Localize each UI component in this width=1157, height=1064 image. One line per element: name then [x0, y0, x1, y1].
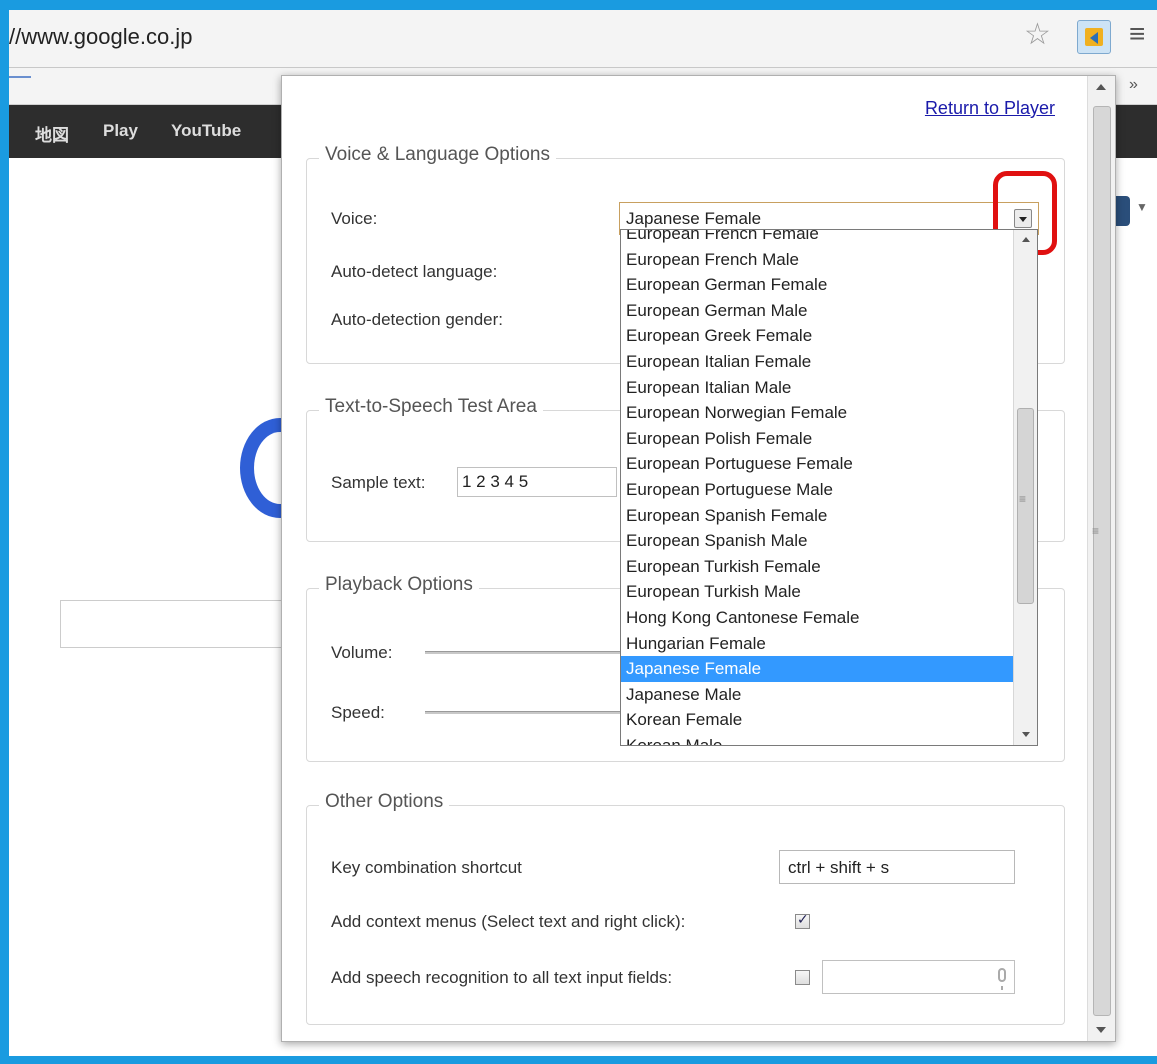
- scroll-grip-icon: ≡: [1092, 524, 1100, 538]
- microphone-icon[interactable]: [998, 968, 1006, 990]
- nav-youtube[interactable]: YouTube: [171, 121, 241, 141]
- speed-slider[interactable]: [425, 711, 625, 714]
- speech-input[interactable]: [822, 960, 1015, 994]
- autodetect-gender-label: Auto-detection gender:: [331, 310, 504, 329]
- dropdown-option[interactable]: European Greek Female: [621, 323, 1013, 349]
- context-menu-checkbox[interactable]: [795, 911, 810, 929]
- dropdown-option[interactable]: European Portuguese Female: [621, 451, 1013, 477]
- dropdown-option[interactable]: European Italian Male: [621, 375, 1013, 401]
- section-title: Other Options: [319, 791, 450, 813]
- dropdown-option[interactable]: Hungarian Female: [621, 631, 1013, 657]
- dropdown-option[interactable]: Japanese Male: [621, 682, 1013, 708]
- dropdown-option[interactable]: European Polish Female: [621, 426, 1013, 452]
- section-title: Voice & Language Options: [319, 144, 557, 166]
- shortcut-input[interactable]: ctrl + shift + s: [779, 850, 1015, 884]
- dropdown-option[interactable]: Korean Female: [621, 707, 1013, 733]
- dropdown-option[interactable]: Hong Kong Cantonese Female: [621, 605, 1013, 631]
- dropdown-option[interactable]: Korean Male: [621, 733, 1013, 745]
- speed-label: Speed:: [331, 703, 385, 722]
- dropdown-option[interactable]: European French Male: [621, 247, 1013, 273]
- section-title: Playback Options: [319, 574, 479, 596]
- dropdown-option[interactable]: European Portuguese Male: [621, 477, 1013, 503]
- voice-label: Voice:: [331, 209, 378, 228]
- bookmark-overflow-chevron-icon[interactable]: »: [1129, 76, 1138, 94]
- autodetect-language-label: Auto-detect language:: [331, 262, 498, 281]
- tts-extension-button[interactable]: [1077, 20, 1111, 54]
- dropdown-option[interactable]: European Turkish Female: [621, 554, 1013, 580]
- google-search-input[interactable]: [60, 600, 300, 648]
- scroll-up-icon[interactable]: [1022, 237, 1030, 242]
- speech-recognition-checkbox[interactable]: [795, 970, 810, 985]
- dropdown-option[interactable]: European Spanish Male: [621, 528, 1013, 554]
- dropdown-option[interactable]: European German Female: [621, 272, 1013, 298]
- other-options-section: Other Options Key combination shortcut c…: [306, 791, 1065, 1025]
- scroll-down-icon[interactable]: [1022, 732, 1030, 737]
- dropdown-option[interactable]: European Italian Female: [621, 349, 1013, 375]
- dropdown-option[interactable]: European German Male: [621, 298, 1013, 324]
- bookmark-item[interactable]: [9, 76, 31, 78]
- dropdown-scrollbar-thumb[interactable]: [1017, 408, 1034, 604]
- address-bar[interactable]: //www.google.co.jp: [9, 24, 192, 50]
- bookmark-star-icon[interactable]: ☆: [1024, 20, 1051, 50]
- scroll-down-icon[interactable]: [1096, 1027, 1106, 1033]
- window-frame-bottom: [0, 1056, 1157, 1064]
- dropdown-option[interactable]: European Spanish Female: [621, 503, 1013, 529]
- dropdown-option[interactable]: European Norwegian Female: [621, 400, 1013, 426]
- dropdown-scrollbar[interactable]: ≡: [1013, 230, 1037, 745]
- nav-play[interactable]: Play: [103, 121, 138, 141]
- sample-text-value: 1 2 3 4 5: [462, 472, 529, 491]
- speaker-cone-icon: [1090, 32, 1098, 44]
- dropdown-option[interactable]: European French Female: [621, 230, 1013, 247]
- sample-text-label: Sample text:: [331, 473, 426, 492]
- context-menu-label: Add context menus (Select text and right…: [331, 912, 686, 931]
- dropdown-options: European French Female European French Ma…: [621, 230, 1013, 745]
- volume-slider[interactable]: [425, 651, 625, 654]
- section-title: Text-to-Speech Test Area: [319, 396, 543, 418]
- dropdown-option[interactable]: European Turkish Male: [621, 579, 1013, 605]
- browser-menu-icon[interactable]: ≡: [1129, 18, 1145, 50]
- sample-text-input[interactable]: 1 2 3 4 5: [457, 467, 617, 497]
- popup-scrollbar[interactable]: ≡: [1087, 76, 1115, 1041]
- speech-recognition-label: Add speech recognition to all text input…: [331, 968, 673, 987]
- window-frame-top: [0, 0, 1157, 10]
- browser-toolbar: //www.google.co.jp ☆ ≡: [9, 10, 1157, 68]
- nav-maps[interactable]: 地図: [35, 121, 69, 146]
- scroll-up-icon[interactable]: [1096, 84, 1106, 90]
- voice-select-value: Japanese Female: [626, 209, 762, 228]
- shortcut-label: Key combination shortcut: [331, 858, 522, 877]
- scroll-grip-icon: ≡: [1019, 492, 1027, 506]
- volume-label: Volume:: [331, 643, 393, 662]
- account-dropdown-icon[interactable]: ▼: [1136, 200, 1148, 214]
- shortcut-value: ctrl + shift + s: [788, 858, 890, 877]
- return-to-player-link[interactable]: Return to Player: [925, 98, 1055, 119]
- dropdown-option[interactable]: Japanese Female: [621, 656, 1013, 682]
- voice-dropdown-list[interactable]: European French Female European French Ma…: [620, 229, 1038, 746]
- scrollbar-thumb[interactable]: [1093, 106, 1111, 1016]
- window-frame-left: [0, 10, 9, 1058]
